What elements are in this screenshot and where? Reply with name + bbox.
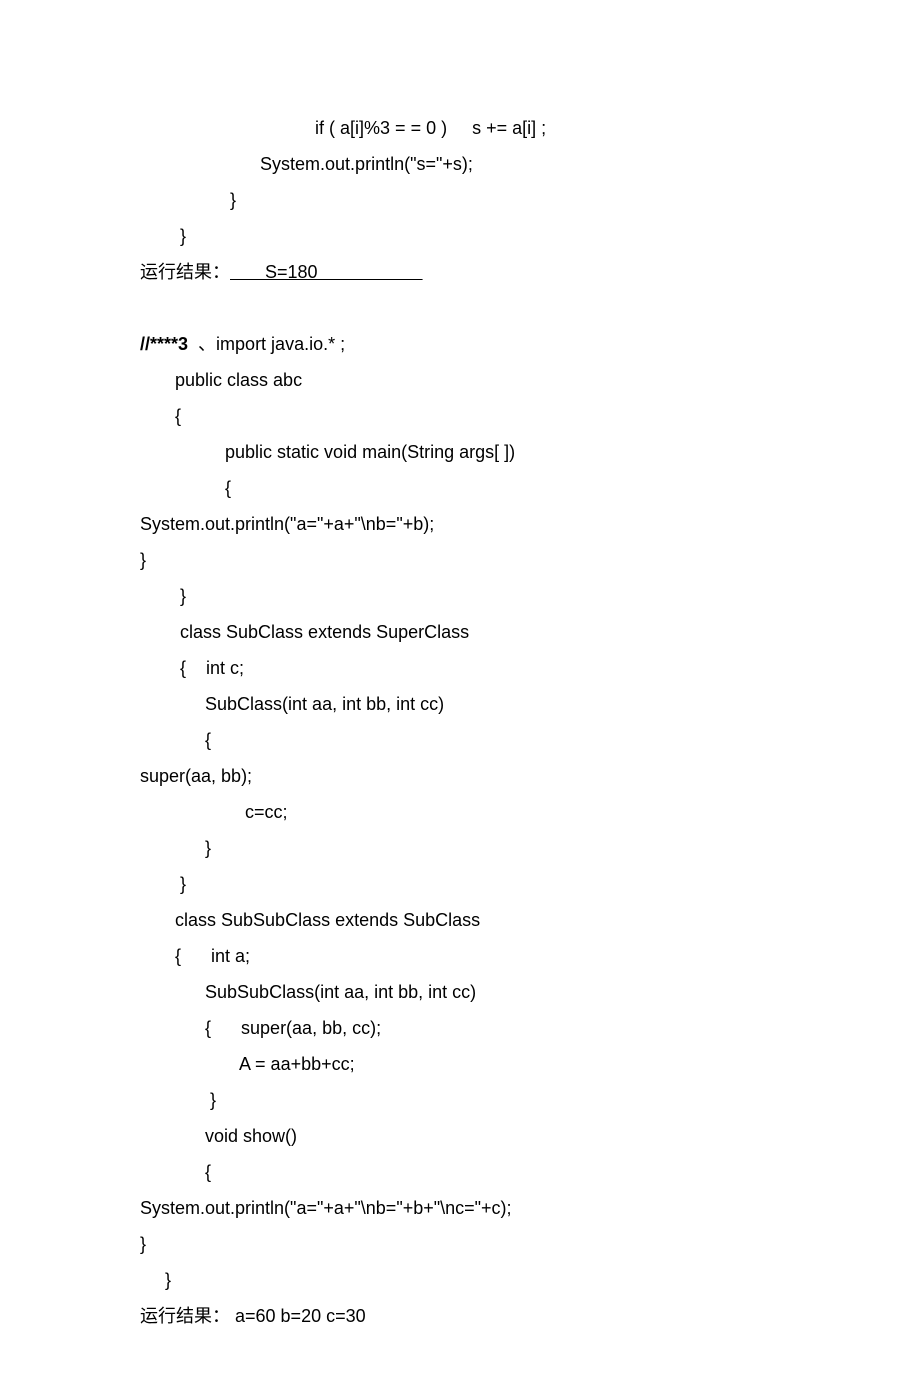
code-line: {	[140, 722, 780, 758]
code-line: System.out.println("a="+a+"\nb="+b);	[140, 506, 780, 542]
code-line: System.out.println("a="+a+"\nb="+b+"\nc=…	[140, 1190, 780, 1226]
result-value: a=60 b=20 c=30	[230, 1306, 366, 1326]
code-line: {	[140, 470, 780, 506]
code-line: c=cc;	[140, 794, 780, 830]
code-line: if ( a[i]%3 = = 0 ) s += a[i] ;	[140, 110, 780, 146]
blank-line	[140, 290, 780, 326]
code-line: { int c;	[140, 650, 780, 686]
result-line: 运行结果： a=60 b=20 c=30	[140, 1298, 780, 1334]
code-line: }	[140, 182, 780, 218]
code-line: public static void main(String args[ ])	[140, 434, 780, 470]
code-line: A = aa+bb+cc;	[140, 1046, 780, 1082]
code-line: class SubClass extends SuperClass	[140, 614, 780, 650]
code-line: class SubSubClass extends SubClass	[140, 902, 780, 938]
result-value: S=180	[230, 262, 423, 282]
code-line: }	[140, 542, 780, 578]
code-line: super(aa, bb);	[140, 758, 780, 794]
section-header: //****3 、import java.io.* ;	[140, 326, 780, 362]
result-line: 运行结果： S=180	[140, 254, 780, 290]
code-line: }	[140, 578, 780, 614]
result-label: 运行结果：	[140, 262, 230, 282]
code-line: { super(aa, bb, cc);	[140, 1010, 780, 1046]
code-line: }	[140, 1226, 780, 1262]
code-line: {	[140, 398, 780, 434]
code-line: }	[140, 218, 780, 254]
code-line: }	[140, 866, 780, 902]
code-line: }	[140, 1082, 780, 1118]
document-page: if ( a[i]%3 = = 0 ) s += a[i] ; System.o…	[0, 0, 920, 1394]
section-number: //****3	[140, 334, 188, 354]
code-line: public class abc	[140, 362, 780, 398]
code-line: }	[140, 1262, 780, 1298]
code-line: void show()	[140, 1118, 780, 1154]
code-line: { int a;	[140, 938, 780, 974]
code-line: System.out.println("s="+s);	[140, 146, 780, 182]
code-line: SubClass(int aa, int bb, int cc)	[140, 686, 780, 722]
code-line: {	[140, 1154, 780, 1190]
import-statement: 、import java.io.* ;	[188, 334, 345, 354]
code-line: }	[140, 830, 780, 866]
code-line: SubSubClass(int aa, int bb, int cc)	[140, 974, 780, 1010]
result-label: 运行结果：	[140, 1306, 230, 1326]
